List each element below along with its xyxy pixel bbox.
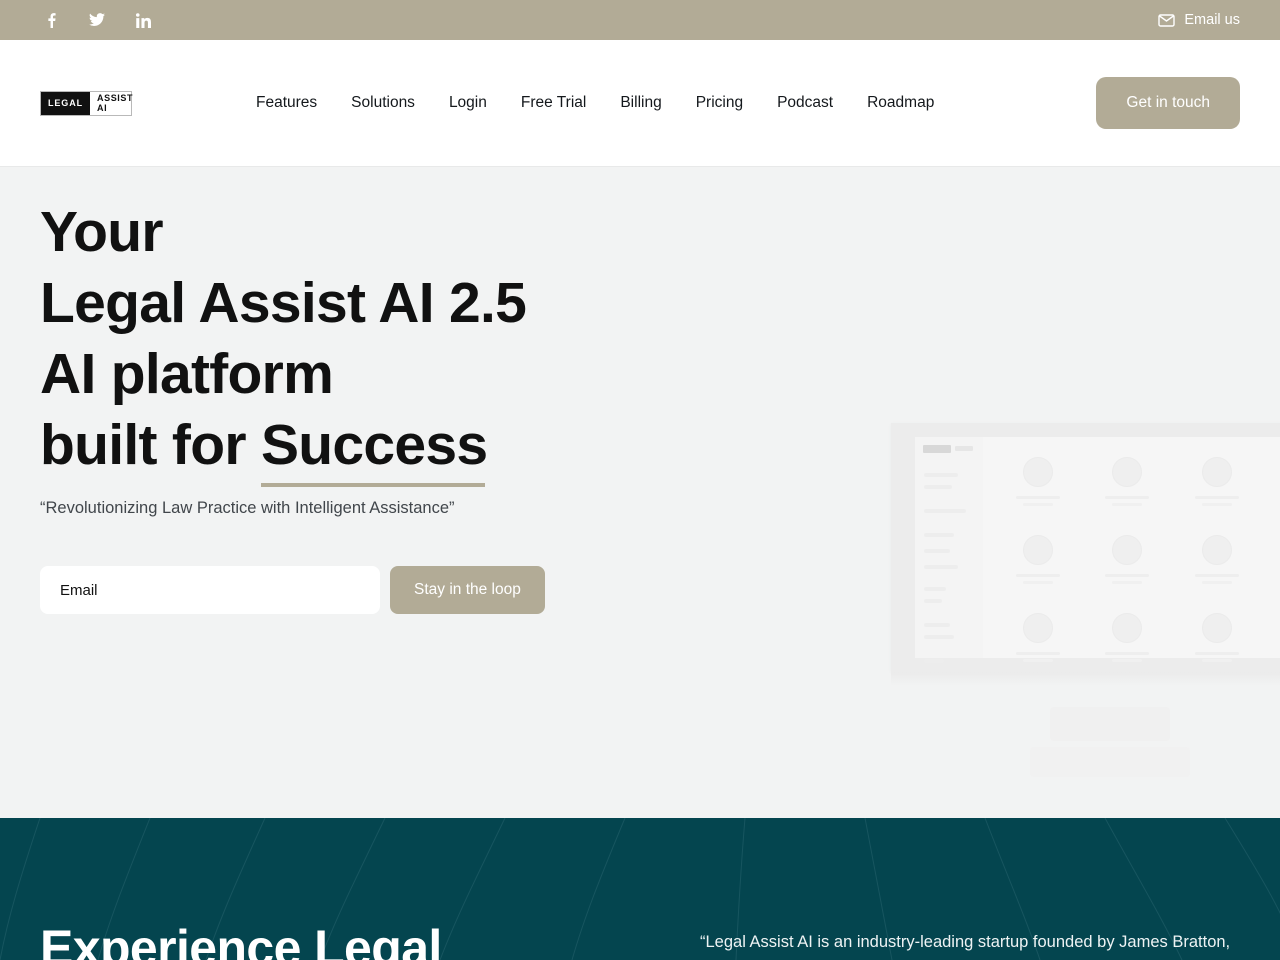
nav-item-login[interactable]: Login [449,94,487,112]
product-screenshot-mockup [891,423,1280,672]
get-in-touch-button[interactable]: Get in touch [1096,77,1240,129]
email-us-label: Email us [1184,12,1240,28]
logo-text-assist-ai: ASSIST AI [97,93,134,113]
twitter-icon[interactable] [86,9,108,31]
envelope-icon [1158,13,1176,27]
nav-item-podcast[interactable]: Podcast [777,94,833,112]
mockup-ghost-shape-1 [1050,707,1170,741]
stay-in-the-loop-button[interactable]: Stay in the loop [390,566,545,614]
hero-section: Your Legal Assist AI 2.5 AI platform bui… [0,167,1280,818]
nav-item-solutions[interactable]: Solutions [351,94,415,112]
nav-item-billing[interactable]: Billing [620,94,661,112]
nav-item-free-trial[interactable]: Free Trial [521,94,586,112]
headline-line-2: Legal Assist AI 2.5 [40,271,527,335]
headline-highlight-success: Success [260,410,488,487]
nav-item-pricing[interactable]: Pricing [696,94,743,112]
email-us-link[interactable]: Email us [1158,12,1240,28]
nav-item-roadmap[interactable]: Roadmap [867,94,934,112]
mockup-shadow [891,672,1280,686]
site-header: LEGAL ASSIST AI Features Solutions Login… [0,40,1280,167]
mockup-ghost-shape-2 [1030,747,1190,777]
email-input[interactable] [40,566,380,614]
founder-quote: “Legal Assist AI is an industry-leading … [700,933,1231,960]
nav-item-features[interactable]: Features [256,94,317,112]
main-navigation: Features Solutions Login Free Trial Bill… [256,94,934,112]
linkedin-icon[interactable] [132,9,154,31]
logo-text-legal: LEGAL [41,91,90,115]
experience-section: Experience Legal “Legal Assist AI is an … [0,818,1280,960]
headline-line-4-prefix: built for [40,413,261,477]
site-logo[interactable]: LEGAL ASSIST AI [40,90,133,116]
headline-line-3: AI platform [40,342,334,406]
facebook-icon[interactable] [40,9,62,31]
headline-line-1: Your [40,200,164,264]
experience-heading: Experience Legal [40,920,442,960]
top-utility-bar: Email us [0,0,1280,40]
social-links [40,9,154,31]
